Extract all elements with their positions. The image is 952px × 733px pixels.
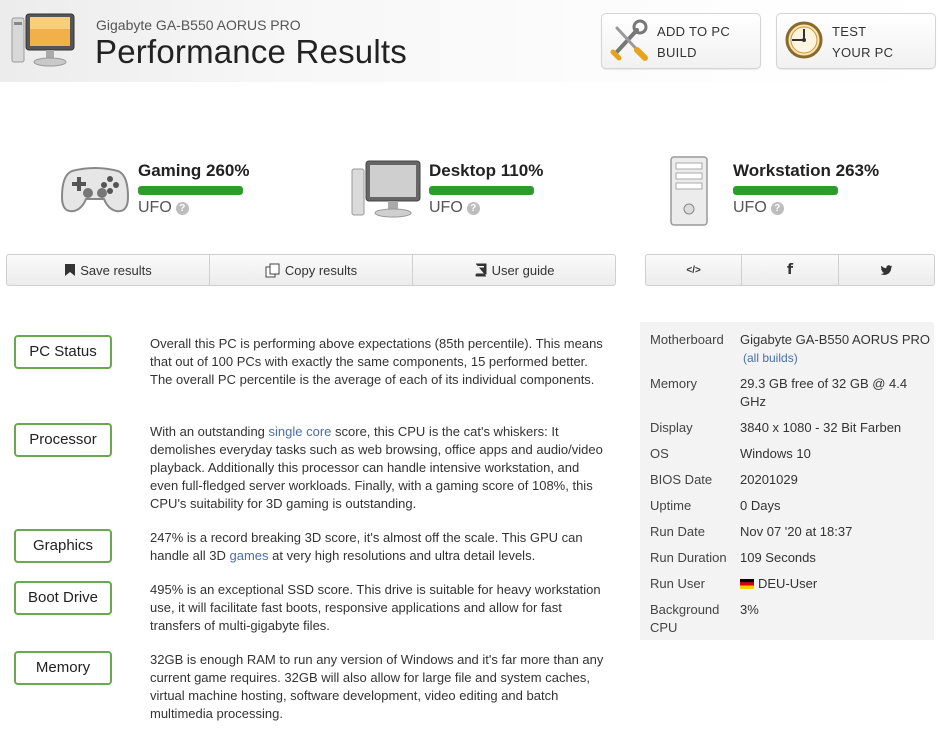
help-icon[interactable]: ? xyxy=(466,202,480,215)
workstation-score: Workstation 263% UFO? xyxy=(668,155,898,230)
embed-code-icon: </> xyxy=(686,264,701,276)
facebook-share-button[interactable]: f xyxy=(742,255,839,285)
run-user-value: DEU-User xyxy=(758,576,818,591)
spec-value: 109 Seconds xyxy=(740,550,816,565)
category-boot-drive[interactable]: Boot Drive xyxy=(14,581,112,615)
add-to-pc-build-button[interactable]: ADD TO PC BUILD xyxy=(601,13,761,69)
user-guide-button[interactable]: User guide xyxy=(413,255,615,285)
gamepad-icon xyxy=(60,167,130,213)
boot-drive-description: 495% is an exceptional SSD score. This d… xyxy=(150,582,601,633)
spec-value: Gigabyte GA-B550 AORUS PRO (all builds) xyxy=(740,331,934,367)
games-link[interactable]: games xyxy=(230,548,269,563)
workstation-score-bar xyxy=(733,186,838,195)
all-builds-link[interactable]: (all builds) xyxy=(743,351,798,365)
spec-key: Motherboard xyxy=(650,332,724,347)
spec-value: 20201029 xyxy=(740,472,798,487)
tools-icon xyxy=(610,19,648,61)
hardware-subtitle: Gigabyte GA-B550 AORUS PRO xyxy=(96,17,301,33)
system-specs-panel: Motherboard Gigabyte GA-B550 AORUS PRO (a… xyxy=(640,322,934,640)
spec-key: Run Duration xyxy=(650,550,727,565)
motherboard-value: Gigabyte GA-B550 AORUS PRO xyxy=(740,332,931,347)
bookmark-icon xyxy=(65,264,76,276)
spec-key: Display xyxy=(650,420,693,435)
desktop-pc-icon xyxy=(11,13,75,67)
test-your-pc-button[interactable]: TEST YOUR PC xyxy=(776,13,936,69)
help-icon[interactable]: ? xyxy=(770,202,784,215)
share-bar: </> f xyxy=(645,254,935,286)
spec-value: DEU-User xyxy=(740,575,934,593)
processor-description: With an outstanding single core score, t… xyxy=(150,423,605,513)
page-title: Performance Results xyxy=(95,33,407,70)
spec-value: 0 Days xyxy=(740,498,781,513)
desktop-score-bar xyxy=(429,186,534,195)
copy-results-label: Copy results xyxy=(284,262,358,278)
category-memory[interactable]: Memory xyxy=(14,651,112,685)
spec-key: BIOS Date xyxy=(650,472,713,487)
spec-value: 29.3 GB free of 32 GB @ 4.4 GHz xyxy=(740,376,908,409)
twitter-share-button[interactable] xyxy=(839,255,934,285)
gaming-tier: UFO? xyxy=(138,199,189,217)
save-results-label: Save results xyxy=(80,262,152,278)
spec-value: 3% xyxy=(740,602,759,617)
germany-flag-icon xyxy=(740,579,754,589)
embed-button[interactable]: </> xyxy=(646,255,743,285)
spec-key: Uptime xyxy=(650,498,692,513)
desktop-tier: UFO? xyxy=(429,199,480,217)
gaming-tier-label: UFO xyxy=(138,199,172,216)
facebook-icon: f xyxy=(786,262,794,278)
test-your-pc-line1: TEST xyxy=(832,24,867,39)
server-tower-icon xyxy=(670,156,708,226)
spec-key: Memory xyxy=(650,376,697,391)
single-core-link[interactable]: single core xyxy=(269,424,332,439)
save-results-button[interactable]: Save results xyxy=(7,255,210,285)
workstation-tier-label: UFO xyxy=(733,199,767,216)
book-icon xyxy=(475,263,487,277)
category-graphics[interactable]: Graphics xyxy=(14,529,112,563)
category-pc-status[interactable]: PC Status xyxy=(14,335,112,369)
spec-key: Run User xyxy=(650,576,705,591)
add-to-pc-build-line2: BUILD xyxy=(657,45,697,60)
spec-value: Nov 07 '20 at 18:37 xyxy=(740,524,853,539)
help-icon[interactable]: ? xyxy=(175,202,189,215)
desktop-score-label: Desktop 110% xyxy=(429,161,544,180)
user-guide-label: User guide xyxy=(491,262,555,278)
workstation-score-label: Workstation 263% xyxy=(733,161,880,180)
spec-key: OS xyxy=(650,446,669,461)
desktop-score: Desktop 110% UFO? xyxy=(350,155,550,230)
workstation-tier: UFO? xyxy=(733,199,784,217)
pc-status-description: Overall this PC is performing above expe… xyxy=(150,336,603,387)
monitor-icon xyxy=(351,160,421,218)
gaming-score-label: Gaming 260% xyxy=(138,161,250,180)
graphics-text-post: at very high resolutions and ultra detai… xyxy=(268,548,536,563)
test-your-pc-line2: YOUR PC xyxy=(832,45,894,60)
graphics-description: 247% is a record breaking 3D score, it's… xyxy=(150,529,605,565)
desktop-tier-label: UFO xyxy=(429,199,463,216)
twitter-icon xyxy=(880,264,893,275)
stopwatch-icon xyxy=(785,21,823,59)
spec-key: Run Date xyxy=(650,524,705,539)
gaming-score: Gaming 260% UFO? xyxy=(60,155,260,230)
copy-icon xyxy=(265,263,280,277)
memory-description: 32GB is enough RAM to run any version of… xyxy=(150,652,604,721)
spec-value: 3840 x 1080 - 32 Bit Farben xyxy=(740,420,902,435)
results-action-bar: Save results Copy results User guide xyxy=(6,254,616,286)
gaming-score-bar xyxy=(138,186,243,195)
spec-key: Background CPU xyxy=(650,602,720,635)
add-to-pc-build-line1: ADD TO PC xyxy=(657,24,731,39)
copy-results-button[interactable]: Copy results xyxy=(210,255,413,285)
processor-text-pre: With an outstanding xyxy=(150,424,269,439)
category-processor[interactable]: Processor xyxy=(14,423,112,457)
spec-value: Windows 10 xyxy=(740,446,811,461)
